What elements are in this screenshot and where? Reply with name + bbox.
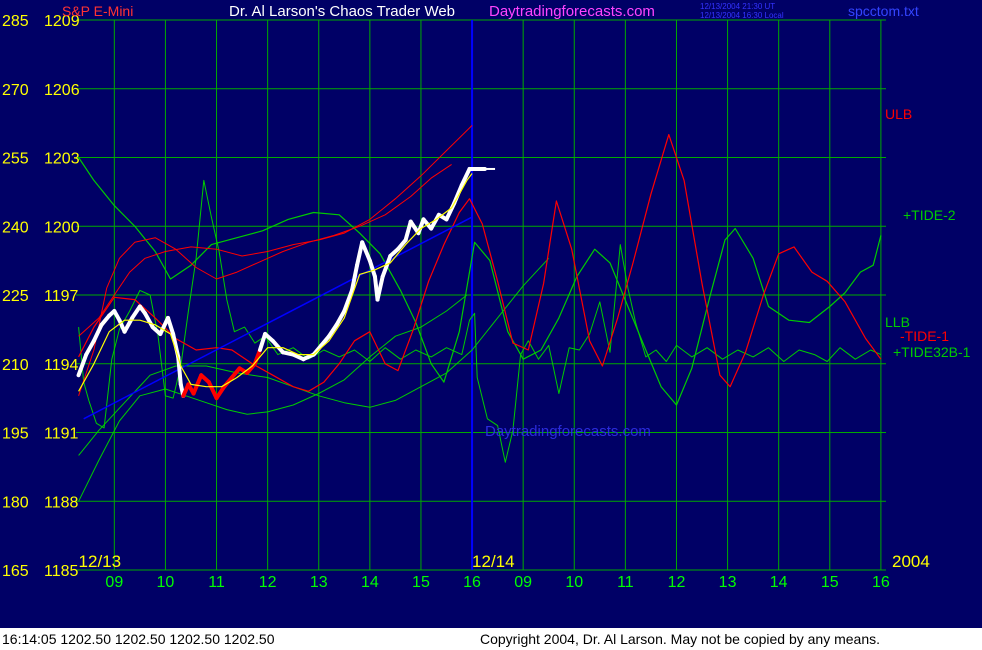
x-tick-label: 13	[310, 574, 328, 591]
y-tick-left: 210	[2, 357, 29, 374]
tide32b-series-line	[78, 179, 882, 463]
x-tick-label: 11	[617, 574, 634, 591]
x-tick-label: 11	[208, 574, 225, 591]
x-tick-label: 12	[259, 574, 277, 591]
series-label: ULB	[885, 106, 912, 122]
x-tick-label: 13	[719, 574, 737, 591]
x-tick-label: 12	[668, 574, 686, 591]
price-bar-segment	[257, 331, 268, 352]
x-tick-label: 15	[412, 574, 430, 591]
series-label: +TIDE32B-1	[893, 344, 971, 360]
day-label: 12/14	[472, 552, 515, 571]
y-tick-left: 285	[2, 13, 29, 30]
x-tick-label: 15	[821, 574, 839, 591]
y-tick-right: 1191	[44, 426, 79, 443]
price-bar-segment	[375, 274, 385, 302]
y-tick-left: 180	[2, 494, 29, 511]
year-label: 2004	[892, 552, 930, 571]
series-label: -TIDE-1	[900, 328, 949, 344]
price-bar-segment	[214, 384, 227, 401]
x-tick-label: 14	[361, 574, 379, 591]
y-tick-right: 1194	[44, 357, 79, 374]
y-tick-right: 1203	[44, 151, 80, 168]
chart-area: 285 12 09 270 1206 255 1203 240 1200 225 1197 210 11…	[0, 0, 982, 650]
y-tick-left: 165	[2, 563, 29, 580]
watermark: Daytradingforecasts.com	[485, 423, 651, 440]
price-bar-segment	[349, 263, 360, 293]
x-tick-label: 09	[105, 574, 123, 591]
y-tick-right: 1185	[44, 563, 79, 580]
x-tick-label: 10	[157, 574, 175, 591]
x-tick-label: 10	[565, 574, 583, 591]
x-tick-label: 14	[770, 574, 788, 591]
price-bar-segment	[91, 322, 104, 343]
y-tick-right: 1200	[44, 219, 80, 236]
y-tick-left: 270	[2, 82, 29, 99]
y-tick-right: 1188	[44, 494, 79, 511]
price-bar-segment	[270, 338, 285, 355]
copyright-notice: Copyright 2004, Dr. Al Larson. May not b…	[480, 631, 881, 647]
price-chart: 285 12 09 270 1206 255 1203 240 1200 225 1197 210 11…	[2, 2, 971, 591]
price-bar-segment	[360, 240, 372, 263]
y-tick-left: 255	[2, 151, 29, 168]
green-upper-band-line	[78, 257, 550, 456]
x-tick-label: 09	[514, 574, 532, 591]
site-title: Dr. Al Larson's Chaos Trader Web	[229, 3, 455, 20]
price-bar-segment	[367, 258, 377, 279]
quote-readout: 16:14:05 1202.50 1202.50 1202.50 1202.50	[2, 631, 275, 647]
price-bar-segment	[206, 380, 219, 401]
y-tick-right: 1197	[44, 288, 79, 305]
fast-average-line	[78, 173, 473, 392]
instrument-label: S&P E-Mini	[62, 3, 133, 19]
series-label: +TIDE-2	[903, 207, 956, 223]
price-bar-segment	[355, 240, 365, 268]
y-tick-left: 240	[2, 219, 29, 236]
tide-2-series-line	[78, 157, 882, 406]
day-label: 12/13	[79, 552, 122, 571]
y-tick-right: 1206	[44, 82, 80, 99]
x-tick-label: 16	[463, 574, 481, 591]
y-tick-left: 195	[2, 426, 29, 443]
price-bar-segment	[403, 219, 413, 242]
timestamp-local: 12/13/2004 16:30 Local	[700, 11, 784, 20]
site-url[interactable]: Daytradingforecasts.com	[489, 3, 655, 20]
green-lower-band-line	[78, 294, 468, 502]
timestamp-utc: 12/13/2004 21:30 UT	[700, 2, 775, 11]
y-tick-left: 225	[2, 288, 29, 305]
file-name: spcctom.txt	[848, 3, 919, 19]
price-bar-segment	[142, 311, 155, 330]
x-tick-label: 16	[872, 574, 890, 591]
status-bar: 16:14:05 1202.50 1202.50 1202.50 1202.50…	[0, 628, 982, 650]
